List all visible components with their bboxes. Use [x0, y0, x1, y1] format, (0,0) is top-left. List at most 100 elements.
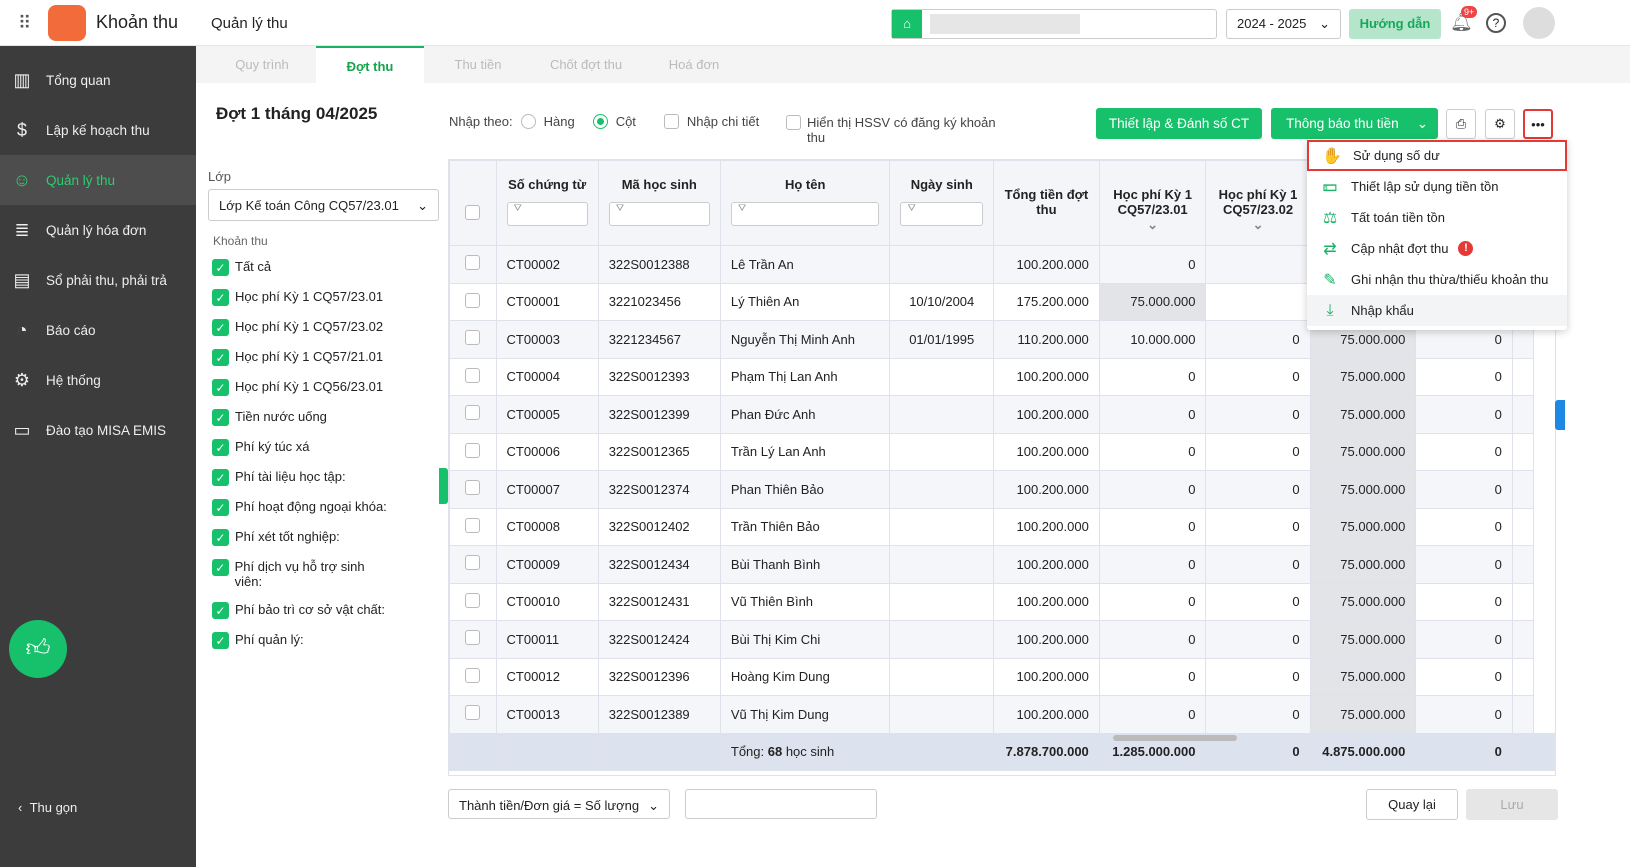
table-cell[interactable]: Hoàng Kim Dung — [719, 657, 891, 696]
print-icon[interactable]: ⎙ — [1446, 109, 1476, 139]
fee-filter-item[interactable]: ✓ Học phí Kỳ 1 CQ57/23.02 — [212, 319, 392, 336]
sidebar-item[interactable]: ☺ Quản lý thu — [0, 155, 196, 205]
menu-item[interactable]: ✎ Ghi nhận thu thừa/thiếu khoản thu — [1307, 264, 1567, 295]
collapse-left-panel-handle[interactable] — [439, 468, 448, 504]
detail-checkbox[interactable] — [663, 114, 679, 129]
table-cell[interactable]: Nguyễn Thị Minh Anh — [719, 320, 891, 359]
table-cell[interactable]: CT00011 — [495, 620, 599, 659]
table-cell[interactable]: CT00012 — [495, 657, 599, 696]
fee-filter-item[interactable]: ✓ Phí tài liệu học tập: — [212, 469, 392, 486]
table-cell[interactable]: 322S0012424 — [597, 620, 721, 659]
table-cell[interactable] — [889, 620, 995, 659]
table-cell[interactable]: 100.200.000 — [993, 582, 1100, 621]
class-select[interactable]: Lớp Kế toán Công CQ57/23.01 ⌄ — [208, 189, 439, 221]
row-checkbox[interactable] — [465, 405, 481, 421]
table-cell[interactable]: 75.000.000 — [1309, 695, 1417, 734]
row-checkbox[interactable] — [465, 555, 481, 571]
table-cell[interactable]: CT00008 — [495, 507, 599, 546]
table-cell[interactable]: Lý Thiên An — [719, 282, 891, 321]
table-cell[interactable]: CT00010 — [495, 582, 599, 621]
table-cell[interactable]: 75.000.000 — [1309, 507, 1417, 546]
table-cell[interactable]: 100.200.000 — [993, 395, 1100, 434]
guide-button[interactable]: Hướng dẫn — [1349, 9, 1441, 39]
checkbox-checked-icon[interactable]: ✓ — [212, 499, 229, 516]
checkbox-checked-icon[interactable]: ✓ — [212, 259, 229, 276]
setup-numbering-button[interactable]: Thiết lập & Đánh số CT — [1096, 108, 1262, 139]
table-row[interactable]: CT00011 322S0012424 Bùi Thị Kim Chi 100.200… — [449, 620, 1555, 659]
chevron-down-icon[interactable]: ⌄ — [1216, 217, 1299, 233]
table-cell[interactable]: CT00006 — [495, 432, 599, 471]
row-checkbox[interactable] — [465, 630, 481, 646]
table-cell[interactable] — [889, 695, 995, 734]
table-cell[interactable]: 0 — [1415, 395, 1513, 434]
radio-column[interactable] — [592, 114, 608, 129]
table-cell[interactable]: 0 — [1205, 545, 1311, 584]
fee-filter-item[interactable]: ✓ Phí bảo trì cơ sở vật chất: — [212, 602, 392, 619]
horizontal-scrollbar[interactable] — [1113, 735, 1237, 741]
table-cell[interactable]: 100.200.000 — [993, 695, 1100, 734]
table-cell[interactable]: 0 — [1098, 432, 1207, 471]
tab[interactable]: Quy trình — [208, 46, 316, 83]
table-cell[interactable]: 0 — [1415, 657, 1513, 696]
tab[interactable]: Thu tiền — [424, 46, 532, 83]
table-cell[interactable]: Bùi Thanh Bình — [719, 545, 891, 584]
table-cell[interactable]: 0 — [1098, 582, 1207, 621]
tab[interactable]: Đợt thu — [316, 46, 424, 83]
table-cell[interactable]: 0 — [1098, 545, 1207, 584]
table-cell[interactable]: CT00004 — [495, 357, 599, 396]
apps-grid-icon[interactable]: ⠿ — [18, 13, 31, 34]
checkbox-checked-icon[interactable]: ✓ — [212, 602, 229, 619]
save-button[interactable]: Lưu — [1466, 789, 1558, 820]
sidebar-item[interactable]: ▥ Tổng quan — [0, 55, 196, 105]
table-cell[interactable]: 0 — [1415, 470, 1513, 509]
table-cell[interactable]: 75.000.000 — [1309, 545, 1417, 584]
table-cell[interactable]: 0 — [1415, 620, 1513, 659]
sidebar-item[interactable]: ▭ Đào tạo MISA EMIS — [0, 405, 196, 455]
table-cell[interactable]: 0 — [1098, 657, 1207, 696]
gear-icon[interactable]: ⚙ — [1485, 109, 1515, 139]
show-hssv-checkbox[interactable] — [786, 115, 801, 130]
checkbox-checked-icon[interactable]: ✓ — [212, 439, 229, 456]
menu-item[interactable]: ✋ Sử dụng số dư — [1307, 140, 1567, 171]
fee-filter-item[interactable]: ✓ Học phí Kỳ 1 CQ57/21.01 — [212, 349, 392, 366]
table-cell[interactable]: 0 — [1415, 357, 1513, 396]
more-options-button[interactable]: ••• — [1523, 109, 1553, 139]
column-filter-input[interactable]: ⛛ — [506, 202, 588, 226]
table-cell[interactable]: 75.000.000 — [1309, 582, 1417, 621]
checkbox-checked-icon[interactable]: ✓ — [212, 349, 229, 366]
fee-filter-item[interactable]: ✓ Tiền nước uống — [212, 409, 392, 426]
table-cell[interactable]: 0 — [1415, 432, 1513, 471]
fee-filter-item[interactable]: ✓ Phí dịch vụ hỗ trợ sinh viên: — [212, 559, 392, 589]
table-row[interactable]: CT00005 322S0012399 Phan Đức Anh 100.200.00… — [449, 395, 1555, 434]
table-cell[interactable]: 3221023456 — [597, 282, 721, 321]
fee-filter-item[interactable]: ✓ Phí ký túc xá — [212, 439, 392, 456]
table-cell[interactable]: 0 — [1205, 320, 1311, 359]
fee-filter-item[interactable]: ✓ Học phí Kỳ 1 CQ56/23.01 — [212, 379, 392, 396]
checkbox-checked-icon[interactable]: ✓ — [212, 409, 229, 426]
table-cell[interactable]: 0 — [1098, 357, 1207, 396]
table-cell[interactable]: 100.200.000 — [993, 657, 1100, 696]
table-cell[interactable] — [889, 357, 995, 396]
table-cell[interactable]: 75.000.000 — [1098, 282, 1207, 321]
table-cell[interactable]: 0 — [1415, 582, 1513, 621]
table-cell[interactable]: 0 — [1205, 695, 1311, 734]
table-cell[interactable]: 322S0012399 — [597, 395, 721, 434]
table-cell[interactable]: 100.200.000 — [993, 545, 1100, 584]
table-cell[interactable]: 0 — [1415, 545, 1513, 584]
fee-filter-item[interactable]: ✓ Phí quản lý: — [212, 632, 392, 649]
table-cell[interactable]: 100.200.000 — [993, 357, 1100, 396]
table-cell[interactable]: 110.200.000 — [993, 320, 1100, 359]
fee-filter-item[interactable]: ✓ Phí xét tốt nghiệp: — [212, 529, 392, 546]
table-row[interactable]: CT00012 322S0012396 Hoàng Kim Dung 100.200.… — [449, 657, 1555, 696]
row-checkbox[interactable] — [465, 292, 481, 308]
checkbox-checked-icon[interactable]: ✓ — [212, 529, 229, 546]
table-cell[interactable]: 75.000.000 — [1309, 470, 1417, 509]
table-cell[interactable]: Trần Thiên Bảo — [719, 507, 891, 546]
table-cell[interactable]: CT00013 — [495, 695, 599, 734]
column-filter-input[interactable]: ⛛ — [730, 202, 880, 226]
table-cell[interactable]: 0 — [1205, 470, 1311, 509]
sidebar-item[interactable]: ◔ Báo cáo — [0, 305, 196, 355]
year-select[interactable]: 2024 - 2025 ⌄ — [1226, 9, 1341, 39]
table-cell[interactable]: 0 — [1205, 357, 1311, 396]
sidebar-item[interactable]: ▤ Sổ phải thu, phải trả — [0, 255, 196, 305]
